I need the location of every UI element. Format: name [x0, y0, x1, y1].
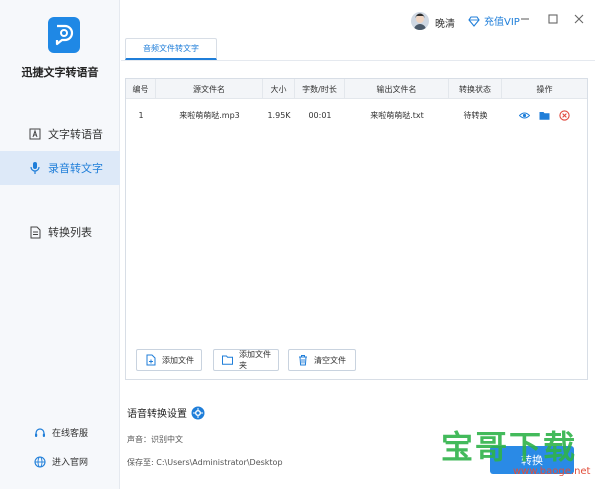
col-output-file: 输出文件名 — [345, 79, 449, 99]
row-index: 1 — [138, 110, 144, 120]
official-site-link[interactable]: 进入官网 — [34, 455, 88, 468]
add-file-icon — [145, 354, 156, 366]
col-source-file: 源文件名 — [156, 79, 263, 99]
text-icon — [28, 127, 42, 141]
app-logo-icon — [48, 17, 80, 53]
delete-icon[interactable] — [559, 109, 570, 121]
clear-files-label: 清空文件 — [314, 355, 346, 365]
tab-audio-to-text[interactable]: 音频文件转文字 — [125, 38, 217, 60]
vip-recharge-button[interactable]: 充值VIP — [468, 13, 520, 28]
row-source-file: 来啦萌萌哒.mp3 — [179, 110, 240, 120]
add-file-button[interactable]: 添加文件 — [136, 349, 202, 371]
settings-title-label: 语音转换设置 — [127, 409, 187, 420]
vip-label: 充值VIP — [484, 17, 520, 28]
row-output-file: 来啦萌萌哒.txt — [370, 110, 424, 120]
app-title: 迅捷文字转语音 — [21, 66, 99, 79]
table-row[interactable]: 1 来啦萌萌哒.mp3 1.95K 00:01 来啦萌萌哒.txt 待转换 — [126, 105, 587, 125]
add-folder-button[interactable]: 添加文件夹 — [213, 349, 279, 371]
row-size: 1.95K — [267, 110, 291, 120]
save-path[interactable]: 保存至: C:\Users\Administrator\Desktop — [127, 457, 283, 468]
maximize-button[interactable] — [546, 12, 560, 26]
trash-icon — [297, 354, 308, 366]
conversion-settings-title: 语音转换设置 — [127, 405, 205, 420]
col-index: 编号 — [126, 79, 156, 99]
col-actions: 操作 — [536, 84, 553, 94]
minimize-button[interactable] — [518, 12, 532, 26]
sidebar-item-speech-to-text[interactable]: 录音转文字 — [0, 151, 120, 185]
preview-eye-icon[interactable] — [519, 110, 530, 121]
clear-files-button[interactable]: 清空文件 — [288, 349, 356, 371]
online-support-label: 在线客服 — [52, 429, 89, 439]
diamond-icon — [468, 15, 480, 27]
avatar[interactable] — [411, 12, 429, 30]
globe-icon — [34, 455, 46, 468]
sidebar-item-convert-list[interactable]: 转换列表 — [0, 215, 120, 249]
top-bar: 晚清 充值VIP — [121, 0, 600, 40]
row-actions — [502, 105, 587, 125]
add-file-label: 添加文件 — [162, 355, 194, 365]
voice-setting: 声音：识别中文 — [127, 435, 183, 444]
gear-icon[interactable] — [191, 406, 205, 420]
add-folder-icon — [222, 354, 233, 366]
sidebar: 迅捷文字转语音 文字转语音 录音转文字 转换列表 在线客服 进入官网 — [0, 0, 120, 489]
col-duration: 字数/时长 — [295, 79, 345, 99]
online-support-link[interactable]: 在线客服 — [34, 426, 88, 439]
row-status: 待转换 — [463, 110, 488, 120]
tab-divider — [121, 60, 595, 61]
sidebar-item-label: 转换列表 — [48, 226, 92, 239]
sidebar-item-label: 录音转文字 — [48, 162, 103, 175]
file-list-panel: 编号 源文件名 大小 字数/时长 输出文件名 转换状态 操作 1 来啦萌萌哒.m… — [125, 78, 588, 380]
sidebar-item-text-to-speech[interactable]: 文字转语音 — [0, 117, 120, 151]
col-size: 大小 — [263, 79, 295, 99]
convert-button[interactable]: 转换 — [490, 446, 574, 474]
table-header: 编号 源文件名 大小 字数/时长 输出文件名 转换状态 操作 — [126, 79, 587, 99]
username[interactable]: 晚清 — [435, 15, 455, 30]
official-site-label: 进入官网 — [52, 458, 89, 468]
col-status: 转换状态 — [449, 79, 502, 99]
add-folder-label: 添加文件夹 — [239, 350, 271, 370]
open-folder-icon[interactable] — [539, 110, 550, 121]
list-icon — [28, 225, 42, 239]
headset-icon — [34, 427, 46, 439]
sidebar-item-label: 文字转语音 — [48, 128, 103, 141]
row-duration: 00:01 — [308, 110, 332, 120]
close-button[interactable] — [572, 12, 586, 26]
mic-icon — [28, 161, 42, 175]
